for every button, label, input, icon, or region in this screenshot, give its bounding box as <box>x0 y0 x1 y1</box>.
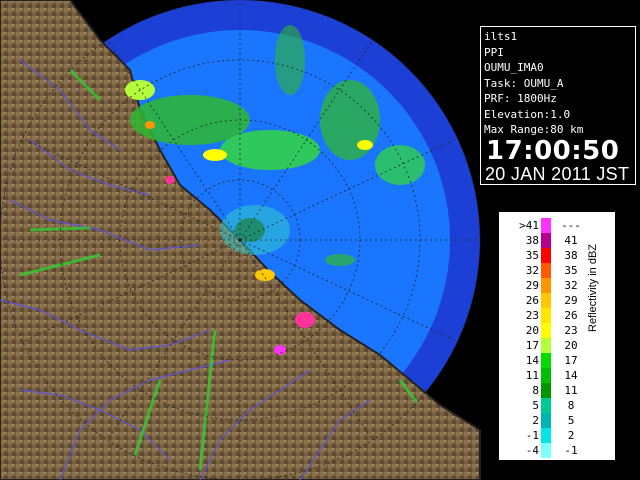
legend-color-swatch <box>541 278 551 293</box>
legend-color-swatch <box>541 308 551 323</box>
legend-high-value: 2 <box>567 429 575 442</box>
scan-time: 17:00:50 <box>486 135 620 166</box>
legend-color-swatch <box>541 323 551 338</box>
legend-high-value: 8 <box>567 399 575 412</box>
legend-low-value: 29 <box>525 279 539 292</box>
legend-low-value: 26 <box>525 294 539 307</box>
legend-color-swatch <box>541 338 551 353</box>
legend-color-swatch <box>541 383 551 398</box>
site-id: ilts1 <box>484 30 518 43</box>
legend-low-value: 11 <box>525 369 539 382</box>
legend-high-value: 35 <box>564 264 578 277</box>
legend-low-value: 38 <box>525 234 539 247</box>
legend-row: 20 23 <box>509 323 591 338</box>
legend-low-value: 23 <box>525 309 539 322</box>
legend-high-value: 29 <box>564 294 578 307</box>
legend-rows: >41 --- 38 41 35 38 32 35 29 32 26 29 23 26 20 23 17 20 14… <box>509 218 591 458</box>
legend-color-swatch <box>541 398 551 413</box>
legend-row: 8 11 <box>509 383 591 398</box>
legend-high-value: 41 <box>564 234 578 247</box>
legend-low-value: -4 <box>525 444 539 457</box>
product-name: OUMU_IMA0 <box>484 61 544 74</box>
legend-high-value: 20 <box>564 339 578 352</box>
legend-row: -1 2 <box>509 428 591 443</box>
legend-high-value: 17 <box>564 354 578 367</box>
legend-low-value: 2 <box>532 414 539 427</box>
legend-color-swatch <box>541 263 551 278</box>
scan-mode: PPI <box>484 45 504 59</box>
legend-row: 29 32 <box>509 278 591 293</box>
task-name: Task: OUMU_A <box>484 76 564 90</box>
legend-row: 35 38 <box>509 248 591 263</box>
legend-low-value: -1 <box>525 429 539 442</box>
legend-high-value: 38 <box>564 249 578 262</box>
legend-high-value: --- <box>561 219 581 232</box>
legend-color-swatch <box>541 413 551 428</box>
legend-low-value: 17 <box>525 339 539 352</box>
legend-color-swatch <box>541 443 551 458</box>
radar-info-panel: ilts1 PPI OUMU_IMA0 Task: OUMU_A PRF: 18… <box>480 26 636 185</box>
legend-low-value: 8 <box>532 384 539 397</box>
legend-color-swatch <box>541 248 551 263</box>
legend-high-value: 11 <box>564 384 578 397</box>
legend-row: 25 <box>509 413 591 428</box>
legend-color-swatch <box>541 428 551 443</box>
legend-row: 38 41 <box>509 233 591 248</box>
legend-color-swatch <box>541 293 551 308</box>
legend-row: >41 --- <box>509 218 591 233</box>
legend-color-swatch <box>541 368 551 383</box>
legend-color-swatch <box>541 353 551 368</box>
legend-row: 14 17 <box>509 353 591 368</box>
legend-color-swatch <box>541 233 551 248</box>
legend-high-value: 5 <box>567 414 575 427</box>
legend-high-value: -1 <box>564 444 578 457</box>
legend-row: 17 20 <box>509 338 591 353</box>
legend-low-value: 20 <box>525 324 539 337</box>
legend-high-value: 23 <box>564 324 578 337</box>
legend-low-value: 14 <box>525 354 539 367</box>
legend-row: 23 26 <box>509 308 591 323</box>
reflectivity-legend: >41 --- 38 41 35 38 32 35 29 32 26 29 23 26 20 23 17 20 14… <box>497 210 617 462</box>
legend-high-value: 32 <box>564 279 578 292</box>
scan-date: 20 JAN 2011 JST <box>485 163 630 184</box>
legend-color-swatch <box>541 218 551 233</box>
legend-row: -4 -1 <box>509 443 591 458</box>
legend-high-value: 26 <box>564 309 578 322</box>
legend-title: Reflectivity in dBZ <box>587 243 599 332</box>
legend-low-value: 35 <box>525 249 539 262</box>
legend-low-value: 5 <box>532 399 539 412</box>
legend-row: 58 <box>509 398 591 413</box>
legend-high-value: 14 <box>564 369 578 382</box>
legend-row: 11 14 <box>509 368 591 383</box>
elevation-value: Elevation:1.0 <box>484 107 571 121</box>
legend-row: 32 35 <box>509 263 591 278</box>
prf-value: PRF: 1800Hz <box>484 92 557 105</box>
legend-row: 26 29 <box>509 293 591 308</box>
legend-low-value: 32 <box>525 264 539 277</box>
legend-low-value: >41 <box>519 219 539 232</box>
